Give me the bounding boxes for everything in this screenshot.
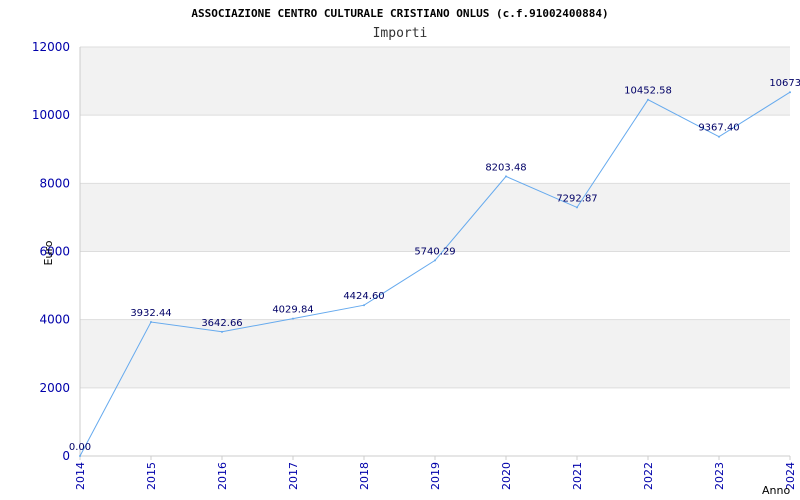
data-label: 3932.44 — [130, 308, 171, 319]
x-tick-label: 2023 — [713, 462, 726, 490]
data-point — [79, 455, 81, 457]
series-line — [79, 91, 791, 457]
data-point — [150, 320, 152, 323]
data-label: 9367.40 — [698, 123, 739, 134]
x-tick-label: 2014 — [74, 462, 87, 490]
data-label: 4424.60 — [343, 291, 384, 302]
data-point — [576, 206, 578, 209]
y-tick-label: 2000 — [39, 381, 70, 395]
chart-title: ASSOCIAZIONE CENTRO CULTURALE CRISTIANO … — [191, 7, 608, 20]
data-label: 10673.3 — [769, 78, 800, 89]
data-point — [292, 317, 294, 320]
series-group — [79, 91, 791, 457]
x-tick-label: 2021 — [571, 462, 584, 490]
x-tick-label: 2022 — [642, 462, 655, 490]
data-point — [789, 91, 791, 94]
y-axis-title: Euro — [42, 240, 55, 265]
background-bands — [80, 47, 790, 388]
data-label: 5740.29 — [414, 246, 455, 257]
x-tick-label: 2015 — [145, 462, 158, 490]
line-chart: 0200040006000800010000120002014 2015 2016 2… — [32, 7, 800, 497]
x-tick-label: 2018 — [358, 462, 371, 490]
x-tick-label: 2016 — [216, 462, 229, 490]
data-point — [363, 304, 365, 307]
data-label: 4029.84 — [272, 305, 313, 316]
y-tick-label: 12000 — [32, 40, 70, 54]
data-point — [505, 175, 507, 178]
y-tick-label: 8000 — [39, 176, 70, 190]
data-point — [434, 259, 436, 262]
y-tick-label: 10000 — [32, 108, 70, 122]
chart-subtitle: Importi — [373, 26, 428, 41]
grid-band — [80, 47, 790, 116]
data-label: 7292.87 — [556, 193, 597, 204]
x-tick-label: 2020 — [500, 462, 513, 490]
data-label: 8203.48 — [485, 162, 526, 173]
data-point — [221, 330, 223, 333]
data-label: 10452.58 — [624, 86, 672, 97]
data-point — [647, 98, 649, 101]
grid-band — [80, 319, 790, 388]
data-label: 3642.66 — [201, 318, 242, 329]
grid-band — [80, 183, 790, 252]
x-axis-title: Anno — [762, 484, 790, 497]
data-label: 0.00 — [69, 442, 91, 453]
x-tick-label: 2017 — [287, 462, 300, 490]
y-tick-label: 4000 — [39, 313, 70, 327]
data-point — [718, 135, 720, 138]
x-tick-label: 2019 — [429, 462, 442, 490]
data-labels: 0.00 3932.44 3642.66 4029.84 4424.60 5740.29 8… — [69, 78, 800, 453]
